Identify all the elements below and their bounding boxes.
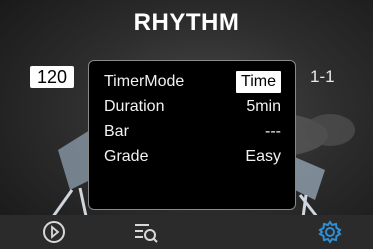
setting-row-grade[interactable]: Grade Easy xyxy=(104,146,281,168)
play-circle-icon[interactable] xyxy=(42,220,66,244)
bpm-display[interactable]: 120 xyxy=(30,66,74,88)
setting-value[interactable]: 5min xyxy=(246,96,281,118)
gear-icon[interactable] xyxy=(318,220,342,244)
setting-value-selected[interactable]: Time xyxy=(236,71,281,93)
setting-label: Bar xyxy=(104,123,129,140)
measure-position: 1-1 xyxy=(310,67,335,86)
rhythm-screen: RHYTHM 120 1-1 TimerMode Time Duration 5… xyxy=(0,0,373,249)
setting-row-duration[interactable]: Duration 5min xyxy=(104,96,281,118)
list-search-icon[interactable] xyxy=(133,220,159,244)
cymbal-shape xyxy=(305,114,355,146)
page-title: RHYTHM xyxy=(133,9,240,36)
setting-label: TimerMode xyxy=(104,73,185,90)
timer-settings-panel: TimerMode Time Duration 5min Bar --- Gra… xyxy=(88,60,296,210)
bottom-toolbar xyxy=(0,215,373,249)
setting-row-timermode[interactable]: TimerMode Time xyxy=(104,71,281,93)
setting-value[interactable]: --- xyxy=(265,121,281,143)
setting-label: Grade xyxy=(104,148,149,165)
setting-value[interactable]: Easy xyxy=(245,146,281,168)
setting-row-bar[interactable]: Bar --- xyxy=(104,121,281,143)
setting-label: Duration xyxy=(104,98,165,115)
